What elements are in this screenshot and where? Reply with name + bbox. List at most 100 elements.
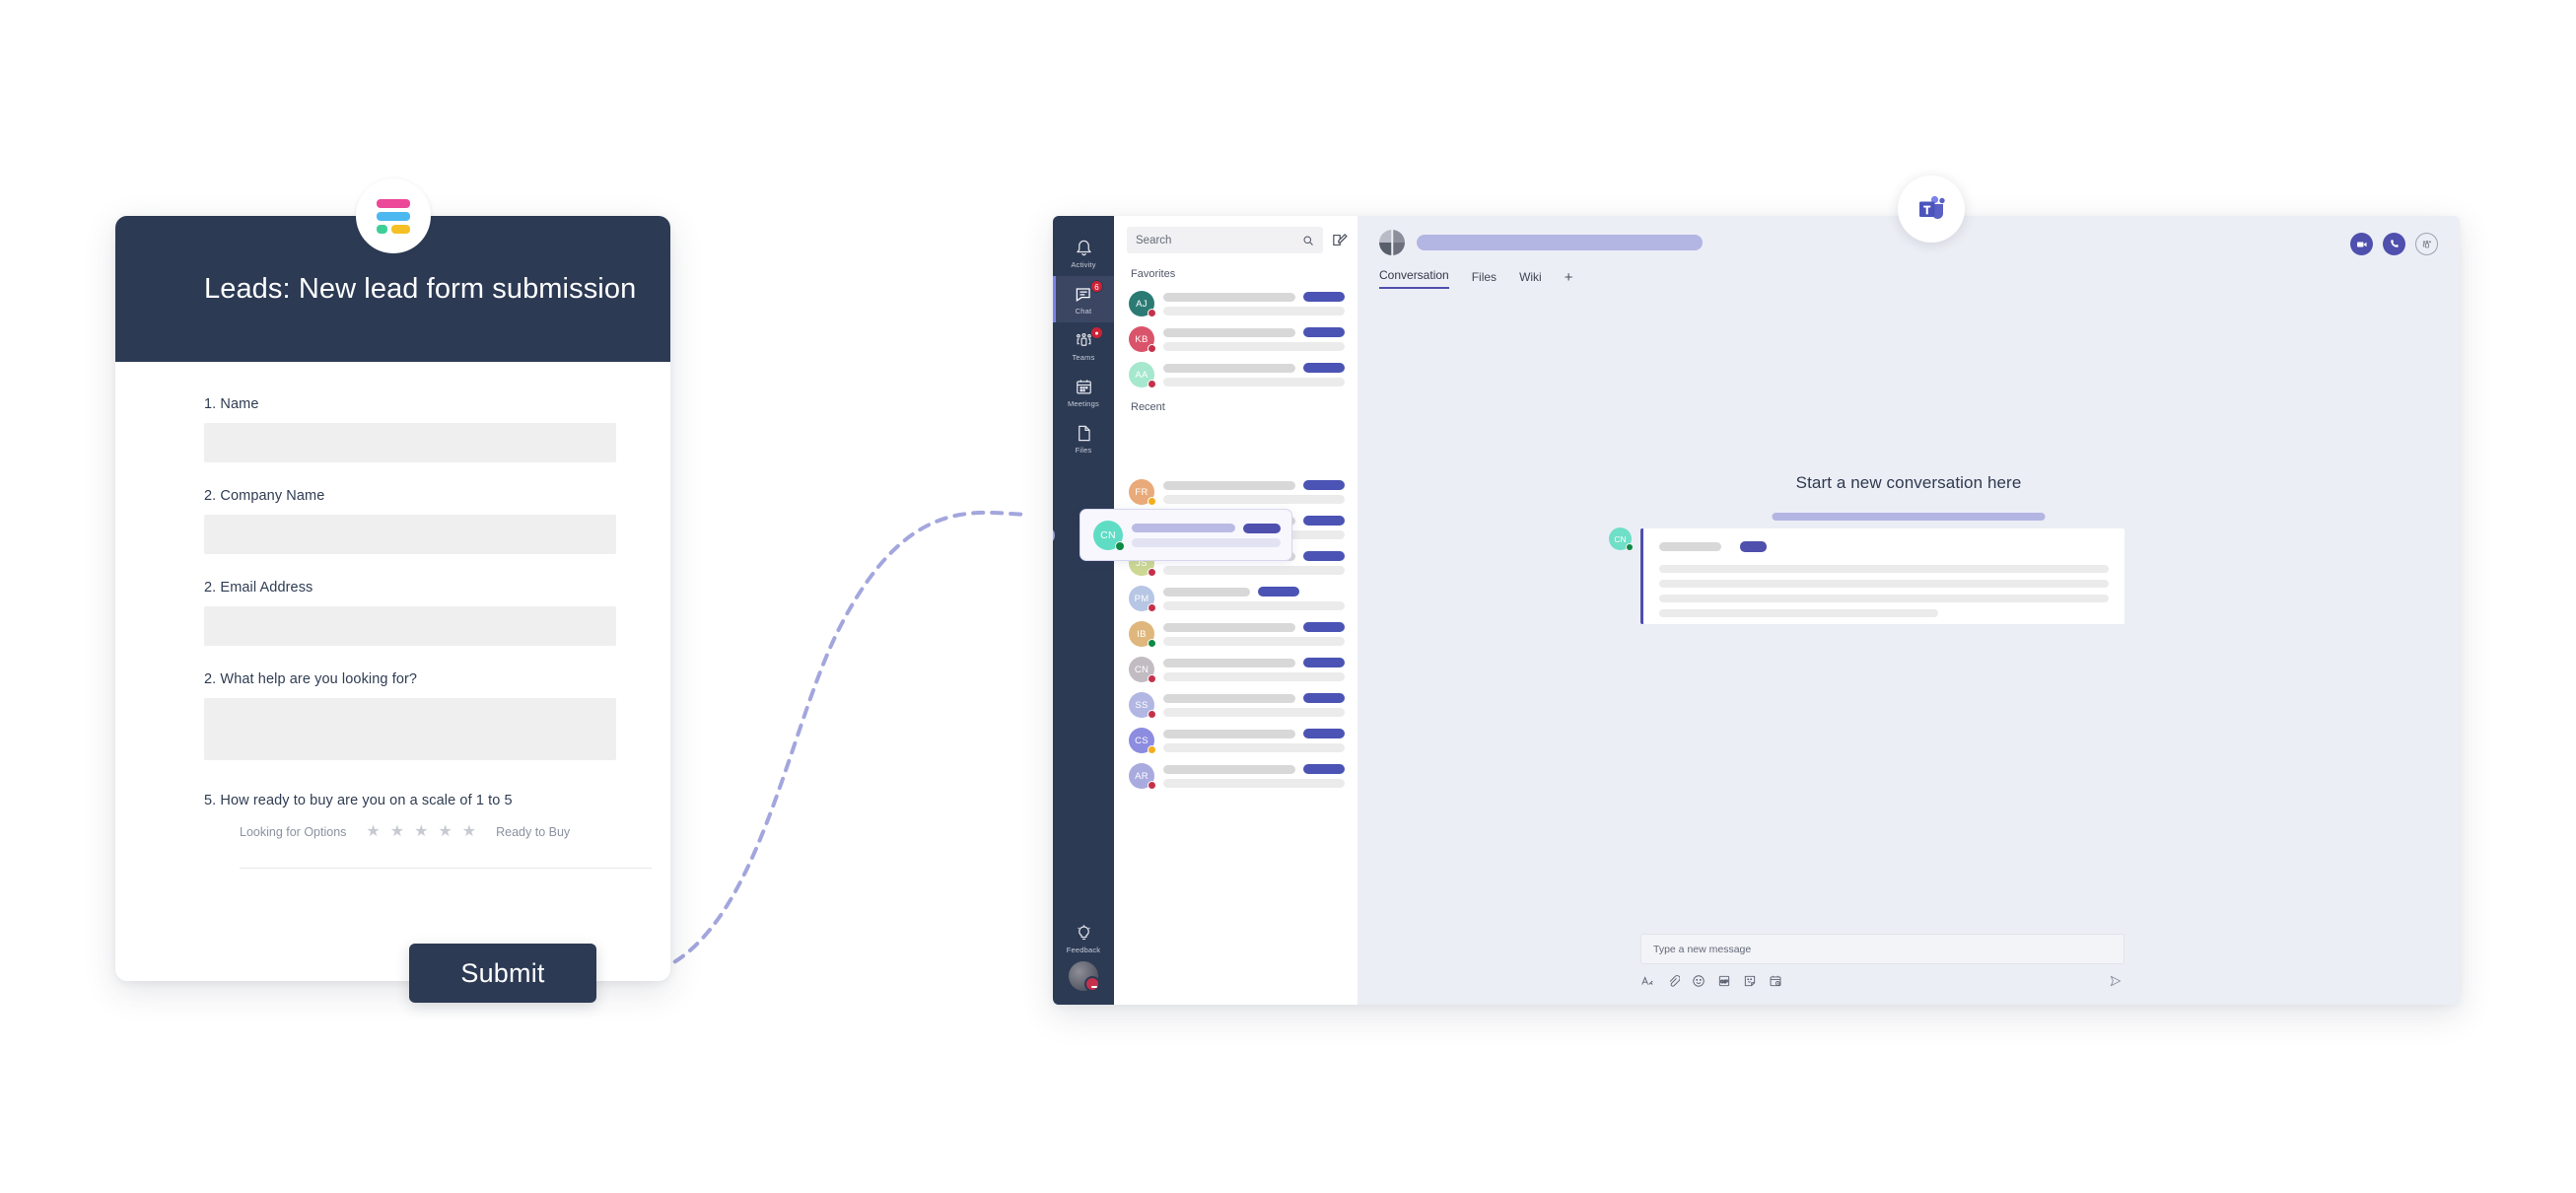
rail-item-files[interactable]: Files — [1053, 415, 1114, 461]
add-people-button[interactable] — [2415, 233, 2438, 255]
audio-call-button[interactable] — [2383, 233, 2405, 255]
star-rating[interactable]: ★ ★ ★ ★ ★ — [366, 824, 476, 840]
star-icon[interactable]: ★ — [414, 824, 428, 840]
smiley-icon[interactable] — [1692, 974, 1706, 988]
lead-form-card: Leads: New lead form submission 1. Name … — [115, 178, 670, 981]
question-name: 1. Name — [204, 396, 616, 462]
form-title: Leads: New lead form submission — [204, 272, 637, 305]
microsoft-teams-logo — [1898, 175, 1965, 243]
avatar-initials: CN — [1134, 664, 1149, 675]
gif-icon[interactable]: GIF — [1717, 974, 1731, 988]
avatar-initials: AR — [1135, 770, 1149, 782]
question-email: 2. Email Address — [204, 580, 616, 646]
chat-list-item[interactable]: IB — [1114, 616, 1358, 652]
question-label: 5. How ready to buy are you on a scale o… — [204, 793, 513, 808]
video-call-button[interactable] — [2350, 233, 2373, 255]
tab-files[interactable]: Files — [1472, 270, 1497, 289]
composer-input-box[interactable] — [1640, 934, 2124, 964]
sticker-icon[interactable] — [1743, 974, 1757, 988]
chat-list-item[interactable]: CN — [1114, 652, 1358, 687]
avatar-initials: CN — [1100, 528, 1116, 541]
presence-badge-busy — [1148, 781, 1156, 790]
logo-bar-blue — [376, 211, 410, 221]
avatar: CN — [1093, 520, 1125, 551]
star-icon[interactable]: ★ — [390, 824, 404, 840]
rail-item-meetings[interactable]: Meetings — [1053, 369, 1114, 415]
rail-item-feedback[interactable]: Feedback — [1053, 915, 1114, 961]
message-line — [1659, 595, 2109, 602]
meeting-icon[interactable] — [1769, 974, 1782, 988]
rail-item-chat[interactable]: 6 Chat — [1053, 276, 1114, 322]
start-conversation-text: Start a new conversation here — [1795, 473, 2022, 492]
rail-item-teams[interactable]: ● Teams — [1053, 322, 1114, 369]
do-not-disturb-icon — [1091, 986, 1097, 988]
tab-wiki[interactable]: Wiki — [1519, 270, 1542, 289]
presence-badge-busy — [1148, 380, 1156, 388]
format-text-icon[interactable] — [1640, 974, 1654, 988]
chat-list-item[interactable]: AA — [1114, 357, 1358, 392]
rail-label: Teams — [1072, 353, 1095, 362]
chat-list-item[interactable]: CS — [1114, 723, 1358, 758]
svg-text:GIF: GIF — [1720, 979, 1728, 984]
chat-list-item[interactable]: AR — [1114, 758, 1358, 794]
conversation-actions — [2350, 233, 2438, 255]
tab-conversation[interactable]: Conversation — [1379, 268, 1449, 289]
group-avatar — [1379, 230, 1405, 255]
search-icon[interactable] — [1302, 235, 1314, 246]
calendar-icon — [1075, 378, 1093, 396]
avatar: SS — [1129, 692, 1156, 719]
selected-chat-item[interactable]: + CN — [1053, 509, 1292, 561]
message-time-placeholder — [1740, 541, 1767, 552]
email-address-input[interactable] — [204, 606, 616, 646]
page-root: Leads: New lead form submission 1. Name … — [0, 0, 2576, 1193]
compose-icon[interactable] — [1331, 232, 1348, 248]
avatar: AR — [1129, 763, 1156, 790]
teams-app-rail: Activity 6 Chat ● Teams Meetings Files F… — [1053, 216, 1114, 1005]
help-textarea[interactable] — [204, 698, 616, 760]
chat-item-placeholders — [1163, 587, 1345, 610]
avatar-initials: SS — [1135, 699, 1149, 711]
search-input[interactable] — [1136, 234, 1296, 246]
avatar: CS — [1129, 728, 1156, 754]
paperclip-icon[interactable] — [1666, 974, 1681, 988]
presence-badge-away — [1148, 497, 1156, 506]
rail-item-activity[interactable]: Activity — [1053, 230, 1114, 276]
presence-badge-available — [1148, 639, 1156, 648]
form-logo — [355, 178, 431, 253]
chat-list-item[interactable]: AJ — [1114, 286, 1358, 321]
search-row — [1114, 216, 1358, 259]
chat-list-item[interactable]: KB — [1114, 321, 1358, 357]
rating-right-label: Ready to Buy — [496, 825, 571, 839]
search-box[interactable] — [1127, 227, 1323, 253]
chat-list-item[interactable]: PM — [1114, 581, 1358, 616]
name-input[interactable] — [204, 423, 616, 462]
logo-row-bottom — [376, 224, 410, 234]
star-icon[interactable]: ★ — [462, 824, 476, 840]
logo-bar-green — [376, 224, 387, 234]
form-body: 1. Name 2. Company Name 2. Email Address… — [115, 362, 670, 869]
company-name-input[interactable] — [204, 515, 616, 554]
avatar: KB — [1129, 326, 1156, 353]
presence-badge-busy — [1148, 710, 1156, 719]
teams-window: Activity 6 Chat ● Teams Meetings Files F… — [1053, 216, 2460, 1005]
avatar-initials: PM — [1134, 593, 1149, 604]
avatar: FR — [1129, 479, 1156, 506]
presence-badge-busy — [1148, 674, 1156, 683]
chat-item-placeholders — [1163, 622, 1345, 646]
bell-icon — [1075, 239, 1093, 257]
profile-avatar[interactable] — [1069, 961, 1100, 992]
chat-item-placeholders — [1163, 292, 1345, 316]
star-icon[interactable]: ★ — [438, 824, 452, 840]
chat-list-item[interactable]: SS — [1114, 687, 1358, 723]
teams-alert-badge: ● — [1090, 326, 1103, 339]
avatar-initials: FR — [1135, 486, 1149, 498]
send-button[interactable] — [2109, 974, 2123, 988]
submit-button[interactable]: Submit — [409, 944, 596, 1003]
chat-item-placeholders — [1163, 764, 1345, 788]
message-input[interactable] — [1653, 943, 2112, 955]
star-icon[interactable]: ★ — [366, 824, 380, 840]
message-author-placeholder — [1659, 542, 1721, 551]
add-tab-button[interactable]: + — [1565, 269, 1573, 289]
presence-badge-away — [1148, 745, 1156, 754]
chat-list-item[interactable]: FR — [1114, 474, 1358, 510]
